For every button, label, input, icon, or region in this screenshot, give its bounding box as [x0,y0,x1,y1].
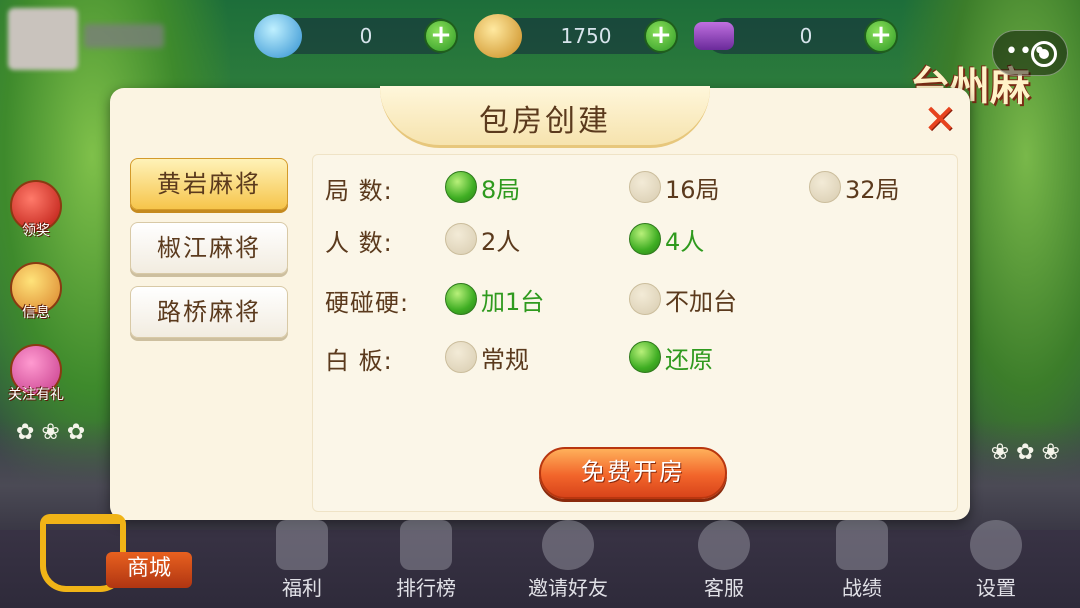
option-regular[interactable]: 常规 [445,339,529,375]
close-miniprogram-icon[interactable] [1031,41,1057,67]
nav-welfare[interactable]: 福利 [252,520,352,601]
radio-unchecked-icon[interactable] [629,171,661,203]
nav-label: 战绩 [842,576,882,600]
close-icon[interactable]: ✕ [920,100,960,140]
tab-huangyan[interactable]: 黄岩麻将 [130,158,288,210]
radio-unchecked-icon[interactable] [445,223,477,255]
option-add-one-tai[interactable]: 加1台 [445,281,544,317]
dialog-title: 包房创建 [479,104,611,139]
flower-decoration: ❀ ✿ ❀ [990,440,1060,465]
tab-luqiao[interactable]: 路桥麻将 [130,286,288,338]
side-item-label: 关注有礼 [8,387,64,403]
nav-shop[interactable]: 商城 [40,514,200,606]
option-row-white-board: 白 板: 常规 还原 [313,337,957,377]
mahjong-type-tabs: 黄岩麻将 椒江麻将 路桥麻将 [130,158,296,350]
tab-jiaojiang[interactable]: 椒江麻将 [130,222,288,274]
option-16-rounds[interactable]: 16局 [629,169,720,205]
add-diamond-button[interactable]: + [424,19,458,53]
side-item-label: 信息 [22,305,50,321]
radio-checked-icon[interactable] [629,341,661,373]
add-card-button[interactable]: + [864,19,898,53]
gold-count: 1750 [560,24,612,48]
crown-icon [836,520,888,570]
option-restore[interactable]: 还原 [629,339,713,375]
resource-diamond: 0 + [254,14,458,58]
flower-decoration: ✿ ❀ ✿ [16,420,86,445]
option-8-rounds[interactable]: 8局 [445,169,520,205]
nav-records[interactable]: 战绩 [812,520,912,601]
option-row-hard-hit: 硬碰硬: 加1台 不加台 [313,279,957,319]
options-panel: 局 数: 8局 16局 32局 人 数: 2人 4人 硬碰硬: 加1台 不加台 … [312,154,958,512]
option-no-tai[interactable]: 不加台 [629,281,737,317]
side-item-message[interactable]: 信息 [4,262,68,322]
option-4-players[interactable]: 4人 [629,221,704,257]
nav-label: 福利 [282,576,322,600]
avatar[interactable] [8,8,78,70]
top-bar: 0 + 1750 + 0 + 台州麻将 ••• [0,8,1080,168]
option-2-players[interactable]: 2人 [445,221,520,257]
title-plate: 包房创建 [380,86,710,148]
resource-gold: 1750 + [474,14,678,58]
side-item-follow-gift[interactable]: 关注有礼 [4,344,68,404]
radio-unchecked-icon[interactable] [445,341,477,373]
option-label: 还原 [665,345,713,374]
nav-customer-service[interactable]: 客服 [674,520,774,601]
wechat-capsule[interactable]: ••• [992,30,1068,76]
option-label: 2人 [481,227,521,256]
radio-unchecked-icon[interactable] [629,283,661,315]
radio-checked-icon[interactable] [629,223,661,255]
radio-checked-icon[interactable] [445,171,477,203]
option-row-players: 人 数: 2人 4人 [313,219,957,259]
nav-leaderboard[interactable]: 排行榜 [376,520,476,601]
room-card-icon [694,22,734,50]
radio-checked-icon[interactable] [445,283,477,315]
nav-label: 排行榜 [396,576,456,600]
headset-icon [698,520,750,570]
radio-unchecked-icon[interactable] [809,171,841,203]
resource-card: 0 + [694,18,898,54]
option-label: 不加台 [665,287,737,316]
gift-box-icon [276,520,328,570]
diamond-icon [254,14,302,58]
create-room-dialog: 包房创建 ✕ 黄岩麻将 椒江麻将 路桥麻将 局 数: 8局 16局 32局 人 [110,86,970,520]
gold-ingot-icon [474,14,522,58]
row-label: 白 板: [325,347,393,375]
nav-label: 设置 [976,576,1016,600]
nav-label: 客服 [704,576,744,600]
option-label: 加1台 [481,287,545,316]
option-label: 8局 [481,175,521,204]
option-32-rounds[interactable]: 32局 [809,169,900,205]
nav-settings[interactable]: 设置 [946,520,1046,601]
side-item-label: 领奖 [22,223,50,239]
gear-icon [970,520,1022,570]
add-friend-icon [542,520,594,570]
bottom-nav: 商城 福利 排行榜 邀请好友 客服 战绩 设置 [0,514,1080,608]
option-label: 32局 [845,175,900,204]
card-count: 0 [799,24,813,48]
diamond-count: 0 [359,24,373,48]
nav-label: 邀请好友 [528,576,608,600]
option-row-rounds: 局 数: 8局 16局 32局 [313,167,957,207]
create-room-button[interactable]: 免费开房 [539,447,727,499]
option-label: 16局 [665,175,720,204]
option-label: 4人 [665,227,705,256]
nav-label: 商城 [106,552,192,588]
option-label: 常规 [481,345,529,374]
row-label: 硬碰硬: [325,289,410,317]
add-gold-button[interactable]: + [644,19,678,53]
row-label: 局 数: [325,177,393,205]
nav-invite-friends[interactable]: 邀请好友 [518,520,618,601]
row-label: 人 数: [325,229,393,257]
nickname-blurred [84,24,164,48]
side-item-reward[interactable]: 领奖 [4,180,68,240]
trophy-icon [400,520,452,570]
